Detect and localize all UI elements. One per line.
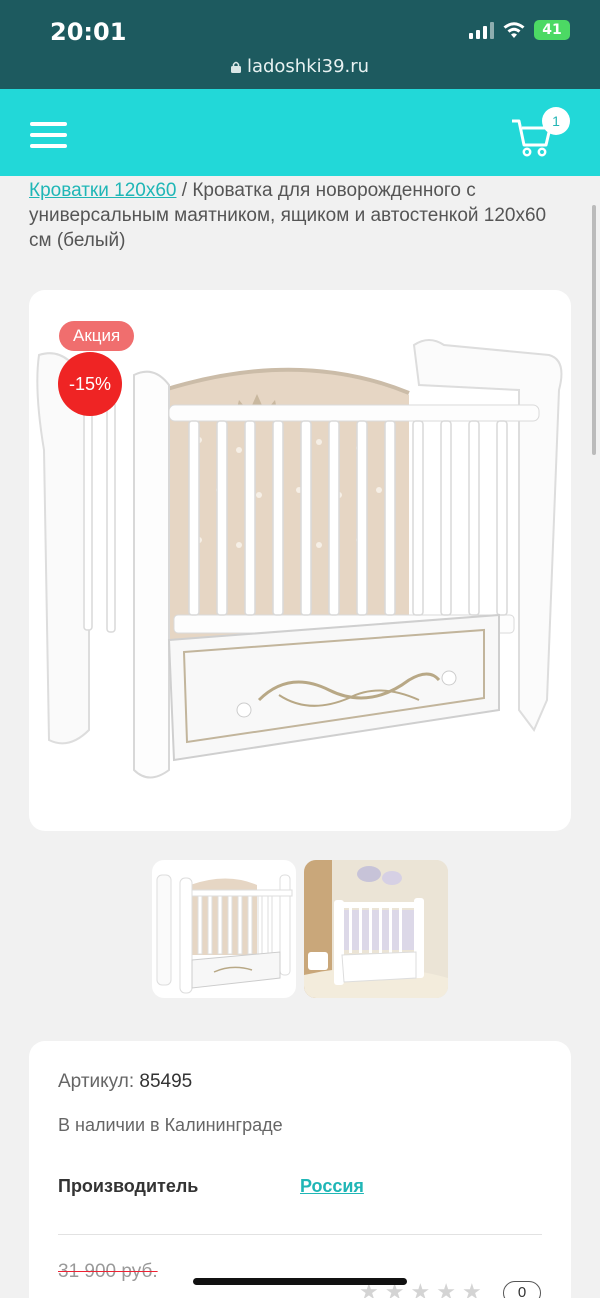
sale-badge: Акция <box>59 321 135 351</box>
breadcrumb-hidden-links <box>29 168 474 176</box>
lock-icon <box>230 61 241 73</box>
rating-count: 0 <box>503 1281 541 1298</box>
thumbnail-image-2 <box>304 860 448 998</box>
star-icon[interactable]: ★ <box>462 1279 482 1298</box>
discount-badge: -15% <box>58 352 122 416</box>
status-time: 20:01 <box>50 18 127 46</box>
thumbnail-2[interactable] <box>304 860 448 998</box>
cart-count-badge: 1 <box>542 107 570 135</box>
site-header: 1 <box>0 89 600 176</box>
old-price: 31 900 руб. <box>58 1261 158 1282</box>
manufacturer-label: Производитель <box>58 1176 199 1196</box>
sku-label: Артикул: <box>58 1071 135 1092</box>
breadcrumb: Кроватки 120х60 / Кроватка для новорожде… <box>29 178 549 253</box>
home-indicator <box>193 1278 407 1285</box>
status-bar: 20:01 41 ladoshki39.ru <box>0 0 600 89</box>
thumbnail-image-1 <box>156 874 293 994</box>
sku-value: 85495 <box>139 1071 193 1092</box>
thumbnail-1[interactable] <box>152 860 296 998</box>
cart-button[interactable]: 1 <box>510 107 570 157</box>
scrollbar[interactable] <box>592 205 596 455</box>
manufacturer-link[interactable]: Россия <box>300 1176 364 1197</box>
breadcrumb-separator: / <box>176 180 193 201</box>
menu-icon[interactable] <box>30 122 67 148</box>
sku: Артикул: 85495 <box>58 1071 192 1093</box>
signal-icon <box>469 21 494 39</box>
wifi-icon <box>503 22 525 38</box>
product-info-card: Артикул: 85495 В наличии в Калининграде … <box>29 1041 571 1298</box>
star-icon[interactable]: ★ <box>436 1279 456 1298</box>
url-text: ladoshki39.ru <box>246 56 370 77</box>
url-bar[interactable]: ladoshki39.ru <box>0 56 600 77</box>
divider <box>58 1234 542 1235</box>
product-image-card[interactable]: Акция -15% <box>29 290 571 831</box>
status-icons: 41 <box>469 20 570 40</box>
star-icon[interactable]: ★ <box>410 1279 430 1298</box>
breadcrumb-link-cribs[interactable]: Кроватки 120х60 <box>29 180 176 201</box>
battery-icon: 41 <box>534 20 570 40</box>
stock-status: В наличии в Калининграде <box>58 1115 283 1135</box>
